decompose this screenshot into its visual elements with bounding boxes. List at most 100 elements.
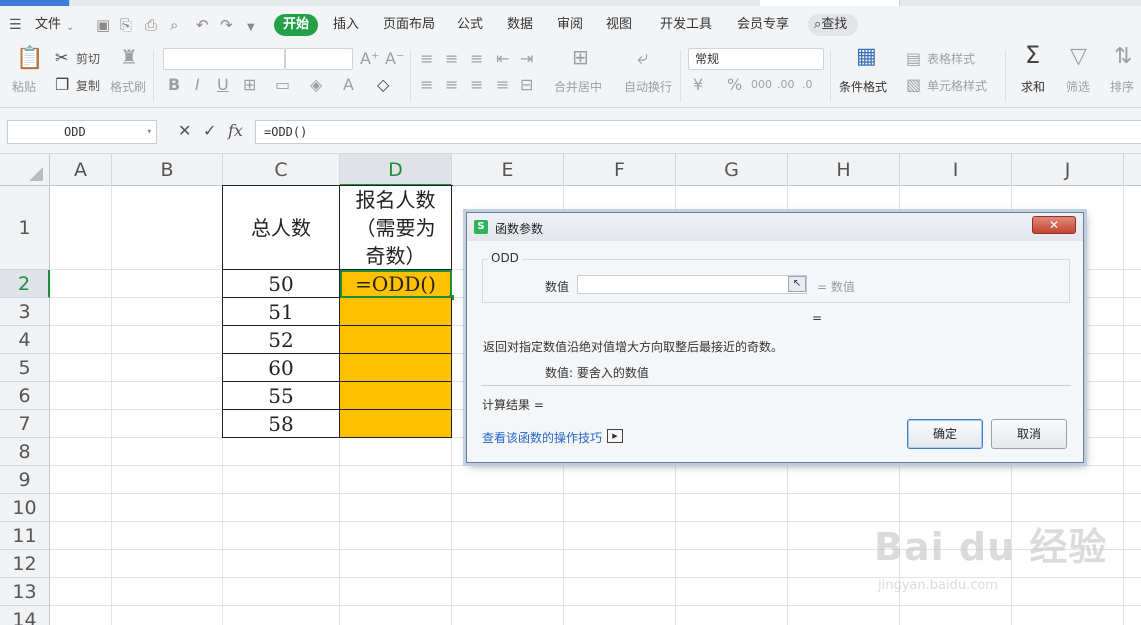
cell-c7[interactable]: 58 — [223, 410, 340, 438]
format-painter-label[interactable]: 格式刷 — [110, 80, 146, 94]
cancel-formula-icon[interactable]: ✕ — [178, 122, 191, 140]
function-tips-link[interactable]: 查看该函数的操作技巧 — [482, 429, 602, 446]
tab-home[interactable]: 开始 — [274, 14, 318, 36]
paste-label[interactable]: 粘贴 — [12, 80, 36, 94]
table-style-button[interactable]: 表格样式 — [927, 52, 975, 66]
collapse-dialog-icon[interactable]: ↖ — [788, 276, 806, 292]
font-color-icon[interactable]: A — [343, 76, 354, 94]
tab-developer[interactable]: 开发工具 — [660, 16, 712, 34]
merge-center-button[interactable]: 合并居中 — [554, 80, 602, 94]
indent-increase-icon[interactable]: ⇥ — [520, 50, 533, 68]
video-icon[interactable]: ▶ — [607, 429, 623, 443]
column-header-i[interactable]: I — [900, 154, 1012, 186]
sum-button[interactable]: 求和 — [1021, 80, 1045, 94]
formula-input[interactable]: =ODD() — [255, 120, 1141, 144]
row-header-6[interactable]: 6 — [0, 382, 50, 410]
row-header-3[interactable]: 3 — [0, 298, 50, 326]
increase-font-icon[interactable]: A⁺ — [360, 50, 379, 68]
column-header-b[interactable]: B — [112, 154, 223, 186]
cell-c6[interactable]: 55 — [223, 382, 340, 410]
name-box[interactable]: ODD ▾ — [7, 120, 157, 144]
cancel-button[interactable]: 取消 — [991, 419, 1067, 449]
redo-icon[interactable]: ↷ — [220, 17, 233, 33]
tab-view[interactable]: 视图 — [606, 16, 632, 34]
tab-page-layout[interactable]: 页面布局 — [383, 16, 435, 34]
row-header-1[interactable]: 1 — [0, 186, 50, 270]
paste-icon[interactable]: 📋 — [16, 48, 43, 70]
align-bottom-icon[interactable]: ≡ — [470, 50, 483, 68]
indent-decrease-icon[interactable]: ⇤ — [496, 50, 509, 68]
eraser-icon[interactable]: ◇ — [377, 76, 389, 94]
border-icon[interactable]: ⊞ — [243, 76, 256, 94]
sum-icon[interactable]: Σ — [1025, 43, 1040, 67]
conditional-format-icon[interactable]: ▦ — [856, 46, 877, 68]
column-header-g[interactable]: G — [676, 154, 788, 186]
font-family-select[interactable] — [163, 48, 285, 70]
tab-insert[interactable]: 插入 — [333, 16, 359, 34]
cell-d6[interactable] — [340, 382, 452, 410]
percent-icon[interactable]: % — [727, 76, 742, 94]
format-painter-icon[interactable]: ♜ — [120, 47, 138, 67]
sort-icon[interactable]: ⇅ — [1114, 46, 1132, 68]
number-format-select[interactable]: 常规 — [688, 48, 824, 70]
select-all-corner[interactable] — [0, 154, 50, 186]
copy-button[interactable]: 复制 — [76, 79, 100, 93]
filter-icon[interactable]: ▽ — [1070, 46, 1087, 68]
thousands-icon[interactable]: 000 — [751, 76, 772, 94]
print-icon[interactable]: ⎙ — [145, 17, 157, 33]
cell-style-icon[interactable]: ▧ — [906, 76, 921, 94]
print-preview-icon[interactable]: ⌕ — [170, 17, 178, 33]
cell-d1[interactable]: 报名人数 （需要为 奇数） — [340, 186, 452, 270]
currency-icon[interactable]: ¥ — [693, 76, 703, 94]
cell-d4[interactable] — [340, 326, 452, 354]
row-header-7[interactable]: 7 — [0, 410, 50, 438]
menu-icon[interactable]: ☰ — [9, 17, 22, 33]
align-left-icon[interactable]: ≡ — [420, 76, 433, 94]
justify-icon[interactable]: ≡ — [496, 76, 509, 94]
row-header-4[interactable]: 4 — [0, 326, 50, 354]
scissors-icon[interactable]: ✂ — [55, 49, 68, 67]
tab-review[interactable]: 审阅 — [557, 16, 583, 34]
increase-decimal-icon[interactable]: .00 — [777, 76, 795, 94]
cell-d3[interactable] — [340, 298, 452, 326]
column-header-j[interactable]: J — [1012, 154, 1124, 186]
row-header-13[interactable]: 13 — [0, 578, 50, 606]
row-header-8[interactable]: 8 — [0, 438, 50, 466]
save-icon[interactable]: ▣ — [96, 17, 110, 33]
row-header-10[interactable]: 10 — [0, 494, 50, 522]
underline-icon[interactable]: U — [217, 76, 229, 94]
style-icon[interactable]: ▭ — [275, 76, 290, 94]
filter-button[interactable]: 筛选 — [1066, 80, 1090, 94]
row-header-11[interactable]: 11 — [0, 522, 50, 550]
distributed-icon[interactable]: ⊟ — [520, 76, 533, 94]
file-menu[interactable]: 文件 — [35, 16, 61, 34]
cell-d5[interactable] — [340, 354, 452, 382]
column-header-c[interactable]: C — [223, 154, 340, 186]
cell-c5[interactable]: 60 — [223, 354, 340, 382]
row-header-9[interactable]: 9 — [0, 466, 50, 494]
decrease-decimal-icon[interactable]: .0 — [802, 76, 813, 94]
undo-icon[interactable]: ↶ — [196, 17, 209, 33]
confirm-formula-icon[interactable]: ✓ — [203, 122, 216, 140]
align-right-icon[interactable]: ≡ — [470, 76, 483, 94]
wrap-text-button[interactable]: 自动换行 — [624, 80, 672, 94]
cell-c4[interactable]: 52 — [223, 326, 340, 354]
row-header-14[interactable]: 14 — [0, 606, 50, 625]
customize-toolbar-icon[interactable]: ▼ — [247, 20, 255, 36]
column-header-k[interactable] — [1124, 154, 1141, 186]
search-button[interactable]: ⌕查找 — [808, 14, 858, 36]
align-center-icon[interactable]: ≡ — [445, 76, 458, 94]
chevron-down-icon[interactable]: ▾ — [147, 121, 152, 143]
italic-icon[interactable]: I — [195, 76, 200, 94]
insert-function-icon[interactable]: fx — [228, 122, 243, 140]
chevron-down-icon[interactable]: ⌄ — [66, 20, 74, 36]
table-style-icon[interactable]: ▤ — [906, 50, 921, 68]
tab-formulas[interactable]: 公式 — [457, 16, 483, 34]
row-header-5[interactable]: 5 — [0, 354, 50, 382]
column-header-e[interactable]: E — [452, 154, 564, 186]
dialog-title-bar[interactable]: S 函数参数 ✕ — [467, 213, 1083, 241]
merge-icon[interactable]: ⊞ — [572, 47, 589, 67]
cell-style-button[interactable]: 单元格样式 — [927, 79, 987, 93]
bold-icon[interactable]: B — [168, 76, 180, 94]
align-top-icon[interactable]: ≡ — [420, 50, 433, 68]
